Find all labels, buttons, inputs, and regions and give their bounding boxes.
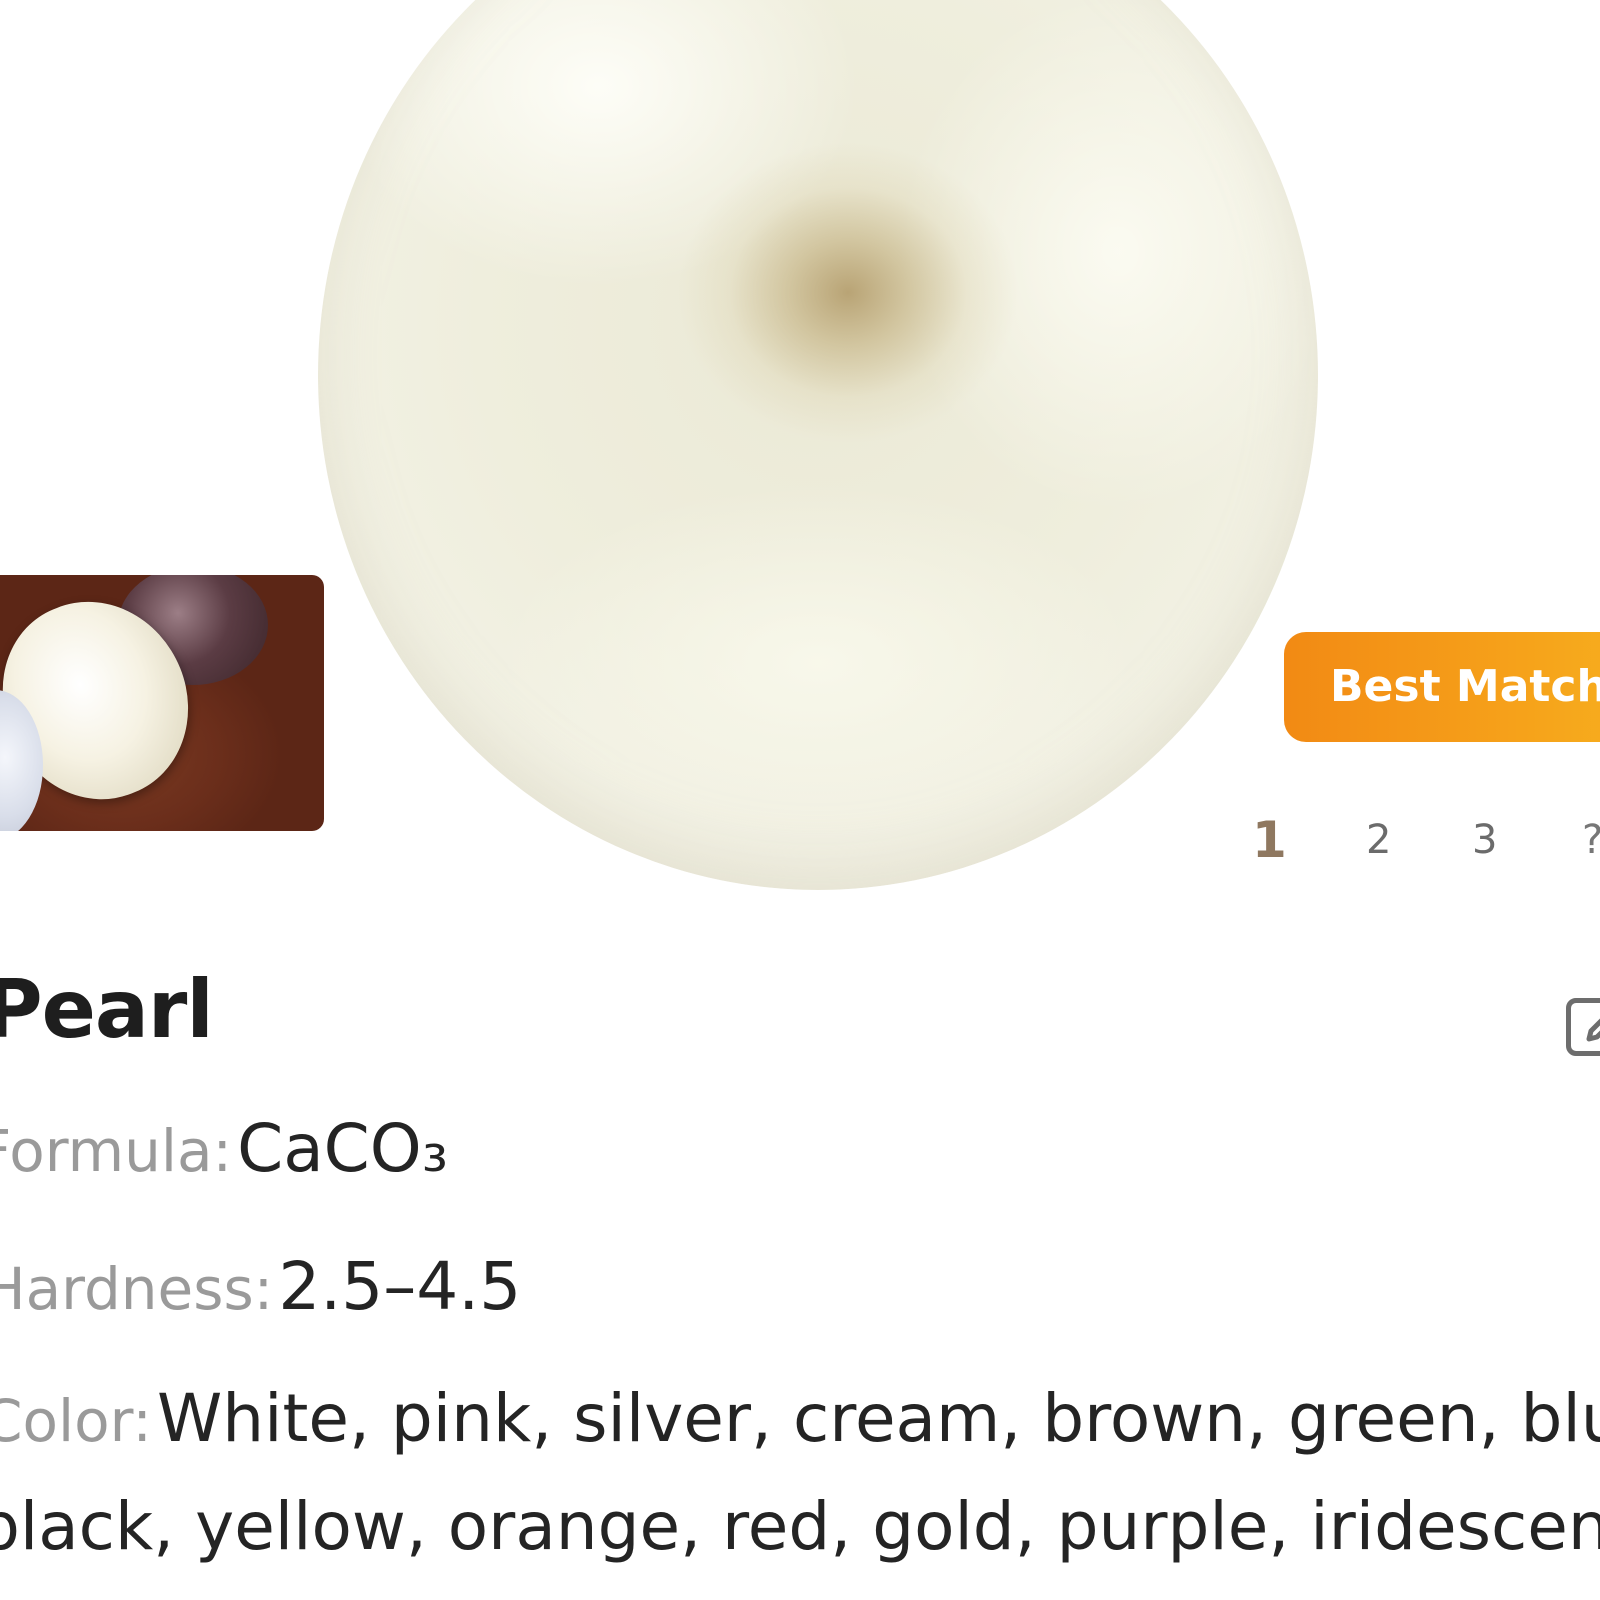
main-specimen-image[interactable] — [318, 0, 1318, 890]
edit-button[interactable] — [1566, 998, 1600, 1056]
edit-icon — [1586, 1018, 1600, 1042]
best-match-badge: Best Match — [1284, 632, 1600, 742]
color-value-line-2: black, yellow, orange, red, gold, purple… — [0, 1488, 1600, 1565]
formula-row: Formula: CaCO₃ — [0, 1110, 448, 1187]
color-label: Color: — [0, 1387, 152, 1455]
hardness-label: Hardness: — [0, 1255, 274, 1323]
page-3-tab[interactable]: 3 — [1472, 810, 1497, 870]
page-2-tab[interactable]: 2 — [1366, 810, 1391, 870]
color-value-line-1: White, pink, silver, cream, brown, green… — [157, 1380, 1600, 1457]
user-photo-thumbnail[interactable] — [0, 575, 324, 831]
hardness-value: 2.5–4.5 — [278, 1248, 522, 1325]
hardness-row: Hardness: 2.5–4.5 — [0, 1248, 521, 1325]
color-row: Color: White, pink, silver, cream, brown… — [0, 1380, 1600, 1457]
page-1-tab[interactable]: 1 — [1252, 810, 1287, 870]
formula-label: Formula: — [0, 1117, 233, 1185]
image-carousel[interactable]: Best Match 1 2 3 ? — [0, 0, 1600, 900]
mineral-name: Pearl — [0, 963, 214, 1056]
identification-result-page: Best Match 1 2 3 ? Pearl Formula: CaCO₃ … — [0, 0, 1600, 1600]
page-unknown-tab[interactable]: ? — [1582, 810, 1600, 870]
main-specimen-image-frame — [300, 0, 1320, 892]
formula-value: CaCO₃ — [237, 1110, 449, 1187]
